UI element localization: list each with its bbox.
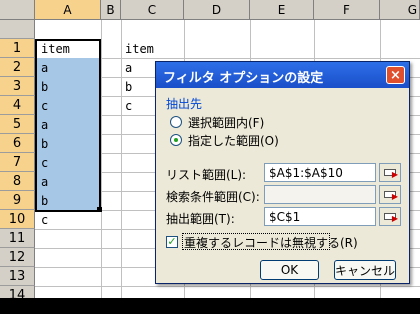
unique-records-checkbox[interactable]: ✓ <box>166 236 178 248</box>
radio-filter-in-place-label[interactable]: 選択範囲内(F) <box>188 114 264 131</box>
select-all-corner[interactable] <box>0 0 35 20</box>
list-range-input[interactable]: $A$1:$A$10 <box>264 163 376 182</box>
criteria-range-label: 検索条件範囲(C): <box>166 190 260 204</box>
criteria-range-collapse-button[interactable]: ▶ <box>379 185 401 204</box>
dialog-title: フィルタ オプションの設定 <box>163 71 324 86</box>
row-header-10[interactable]: 10 <box>0 210 35 229</box>
cell-a7[interactable]: c <box>37 153 101 172</box>
cell-a4[interactable]: c <box>37 96 101 115</box>
range-select-icon: ▶ <box>384 191 398 201</box>
radio-filter-in-place[interactable] <box>170 116 182 128</box>
unique-records-label[interactable]: 重複するレコードは無視する(R) <box>184 234 358 251</box>
ok-button[interactable]: OK <box>260 260 319 280</box>
row-header-12[interactable]: 12 <box>0 248 35 267</box>
row-header-13[interactable]: 13 <box>0 267 35 286</box>
cell-a6[interactable]: b <box>37 134 101 153</box>
filter-options-dialog: フィルタ オプションの設定 × 抽出先 選択範囲内(F) 指定した範囲(O) リ… <box>155 61 410 284</box>
column-header-e[interactable]: E <box>250 0 314 20</box>
cell-a1[interactable]: item <box>37 39 101 58</box>
list-range-label: リスト範囲(L): <box>166 168 247 182</box>
cell-a8[interactable]: a <box>37 172 101 191</box>
row-header-14[interactable]: 14 <box>0 286 35 298</box>
cell-a10[interactable]: c <box>37 210 101 229</box>
row-header-2[interactable]: 2 <box>0 58 35 77</box>
radio-copy-to-location[interactable] <box>170 134 182 146</box>
copy-to-input[interactable]: $C$1 <box>264 207 376 226</box>
copy-to-collapse-button[interactable]: ▶ <box>379 207 401 226</box>
close-icon[interactable]: × <box>386 66 405 84</box>
cell-a3[interactable]: b <box>37 77 101 96</box>
row-header-1[interactable]: 1 <box>0 39 35 58</box>
row-header-7[interactable]: 7 <box>0 153 35 172</box>
criteria-range-input[interactable] <box>264 185 376 204</box>
row-header-8[interactable]: 8 <box>0 172 35 191</box>
column-header-a[interactable]: A <box>35 0 101 20</box>
column-header-d[interactable]: D <box>184 0 250 20</box>
row-header-4[interactable]: 4 <box>0 96 35 115</box>
column-header-f[interactable]: F <box>314 0 380 20</box>
row-header-3[interactable]: 3 <box>0 77 35 96</box>
row-header-9[interactable]: 9 <box>0 191 35 210</box>
cell-a9[interactable]: b <box>37 191 101 210</box>
row-header-11[interactable]: 11 <box>0 229 35 248</box>
column-header-c[interactable]: C <box>121 0 184 20</box>
radio-selected-dot <box>174 138 178 142</box>
list-range-collapse-button[interactable]: ▶ <box>379 163 401 182</box>
range-select-icon: ▶ <box>384 169 398 179</box>
cell-a5[interactable]: a <box>37 115 101 134</box>
cell-a2[interactable]: a <box>37 58 101 77</box>
column-header-b[interactable]: B <box>101 0 121 20</box>
cancel-button[interactable]: キャンセル <box>334 260 396 280</box>
range-select-icon: ▶ <box>384 213 398 223</box>
column-header-g[interactable]: G <box>380 0 420 20</box>
copy-to-label: 抽出範囲(T): <box>166 212 235 226</box>
radio-copy-to-location-label[interactable]: 指定した範囲(O) <box>188 132 279 149</box>
output-section-label: 抽出先 <box>166 97 203 111</box>
cell-c1[interactable]: item <box>121 39 184 58</box>
row-header-6[interactable]: 6 <box>0 134 35 153</box>
row-header-5[interactable]: 5 <box>0 115 35 134</box>
dialog-titlebar[interactable]: フィルタ オプションの設定 × <box>156 62 409 88</box>
